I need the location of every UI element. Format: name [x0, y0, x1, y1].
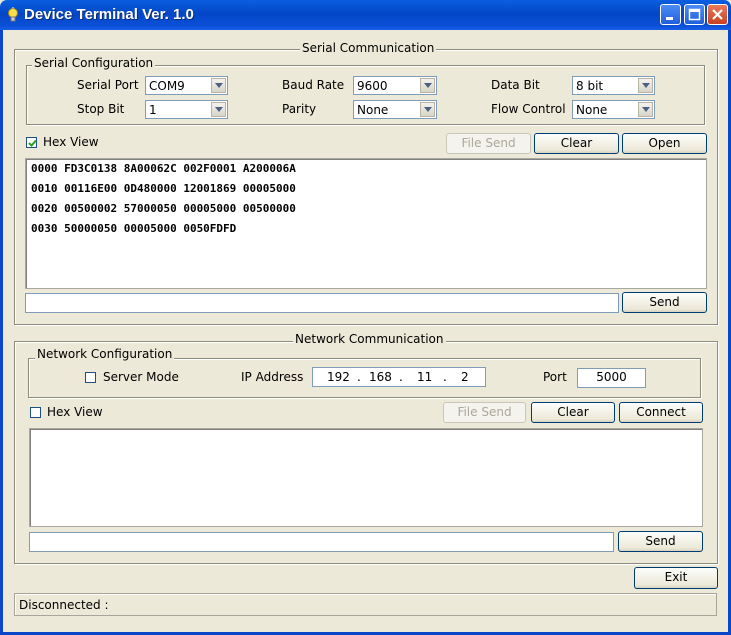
server-mode-checkbox[interactable] — [85, 372, 96, 383]
ip-octet-2: 168 — [369, 370, 392, 384]
serial-communication-legend: Serial Communication — [300, 41, 437, 55]
network-send-button[interactable]: Send — [618, 531, 703, 552]
hex-line: 0020 00500002 57000050 00005000 00500000 — [31, 202, 296, 215]
maximize-icon — [688, 8, 701, 21]
serial-file-send-button[interactable]: File Send — [446, 133, 531, 154]
flow-control-value: None — [576, 103, 608, 117]
serial-open-button[interactable]: Open — [622, 133, 707, 154]
serial-configuration-legend: Serial Configuration — [32, 56, 156, 70]
network-hex-view-checkbox[interactable] — [30, 407, 41, 418]
serial-receive-area[interactable]: 0000 FD3C0138 8A00062C 002F0001 A200006A… — [25, 158, 707, 289]
data-bit-label: Data Bit — [491, 78, 540, 92]
app-icon — [5, 7, 21, 23]
baud-rate-label: Baud Rate — [282, 78, 345, 92]
ip-address-field[interactable]: 192 . 168 . 11 . 2 — [312, 367, 486, 387]
ip-octet-1: 192 — [327, 370, 350, 384]
serial-hex-view-checkbox[interactable] — [26, 137, 37, 148]
data-bit-select[interactable]: 8 bit — [572, 76, 655, 95]
checkmark-icon — [28, 139, 37, 147]
data-bit-value: 8 bit — [576, 79, 604, 93]
flow-control-select[interactable]: None — [572, 100, 655, 119]
network-communication-legend: Network Communication — [293, 332, 446, 346]
flow-control-label: Flow Control — [491, 102, 566, 116]
serial-port-label: Serial Port — [77, 78, 139, 92]
ip-address-label: IP Address — [241, 370, 304, 384]
hex-line: 0010 00116E00 0D480000 12001869 00005000 — [31, 182, 296, 195]
parity-label: Parity — [282, 102, 317, 116]
serial-send-button[interactable]: Send — [622, 292, 707, 313]
chevron-down-icon[interactable] — [211, 78, 226, 93]
network-connect-button[interactable]: Connect — [619, 402, 703, 423]
server-mode-label: Server Mode — [103, 370, 179, 384]
serial-hex-view-label: Hex View — [43, 135, 99, 149]
chevron-down-icon[interactable] — [420, 78, 435, 93]
ip-octet-4: 2 — [461, 370, 469, 384]
port-label: Port — [543, 370, 567, 384]
baud-rate-select[interactable]: 9600 — [353, 76, 437, 95]
chevron-down-icon[interactable] — [211, 102, 226, 117]
ip-dot: . — [357, 370, 361, 384]
network-hex-view-label: Hex View — [47, 405, 103, 419]
minimize-button[interactable] — [660, 4, 681, 25]
stop-bit-label: Stop Bit — [77, 102, 125, 116]
network-file-send-button[interactable]: File Send — [443, 402, 526, 423]
parity-select[interactable]: None — [353, 100, 437, 119]
network-configuration-legend: Network Configuration — [35, 347, 175, 361]
network-receive-area[interactable] — [29, 428, 703, 527]
status-bar: Disconnected : — [14, 593, 717, 616]
chevron-down-icon[interactable] — [420, 102, 435, 117]
ip-dot: . — [443, 370, 447, 384]
serial-port-select[interactable]: COM9 — [145, 76, 228, 95]
hex-line: 0000 FD3C0138 8A00062C 002F0001 A200006A — [31, 162, 296, 175]
window-title: Device Terminal Ver. 1.0 — [24, 6, 194, 23]
close-icon — [712, 9, 723, 20]
baud-rate-value: 9600 — [357, 79, 388, 93]
close-button[interactable] — [707, 4, 728, 25]
stop-bit-value: 1 — [149, 103, 157, 117]
exit-button[interactable]: Exit — [634, 567, 718, 589]
network-send-input[interactable] — [29, 532, 614, 552]
minimize-icon — [666, 17, 673, 20]
serial-port-value: COM9 — [149, 79, 185, 93]
chevron-down-icon[interactable] — [638, 78, 653, 93]
stop-bit-select[interactable]: 1 — [145, 100, 228, 119]
status-text: Disconnected : — [19, 598, 109, 612]
serial-clear-button[interactable]: Clear — [534, 133, 619, 154]
chevron-down-icon[interactable] — [638, 102, 653, 117]
serial-send-input[interactable] — [25, 293, 619, 313]
ip-octet-3: 11 — [417, 370, 433, 384]
network-clear-button[interactable]: Clear — [531, 402, 615, 423]
hex-line: 0030 50000050 00005000 0050FDFD — [31, 222, 237, 235]
parity-value: None — [357, 103, 389, 117]
ip-dot: . — [399, 370, 403, 384]
maximize-button[interactable] — [684, 4, 705, 25]
port-input[interactable]: 5000 — [577, 368, 646, 388]
